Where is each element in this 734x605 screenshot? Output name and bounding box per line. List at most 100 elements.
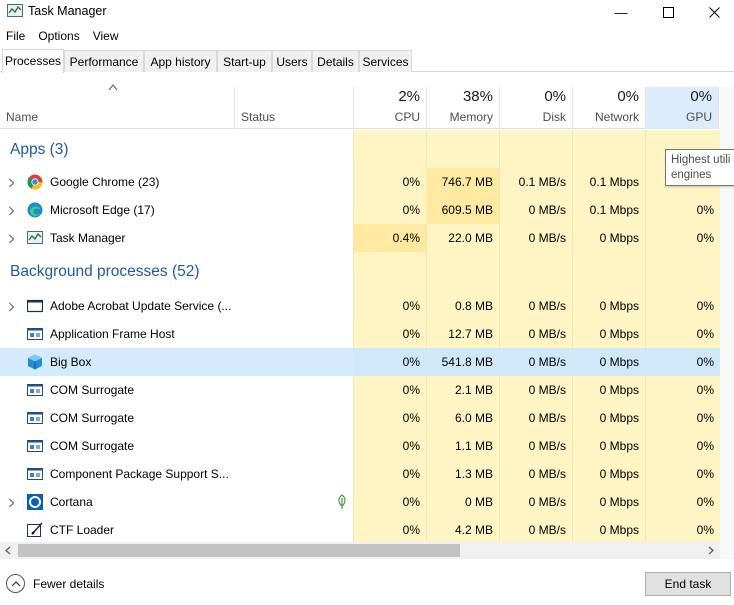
end-task-button[interactable]: End task [645,572,731,596]
process-memory-value: 609.5 MB [426,196,499,224]
header-disk-label: Disk [542,110,566,124]
scroll-left-icon[interactable] [4,546,12,555]
process-network-value: 0 Mbps [599,439,639,453]
tab-users[interactable]: Users [272,50,312,72]
header-network[interactable]: 0% Network [572,87,645,129]
header-gpu[interactable]: 0% GPU [645,87,718,129]
tab-app-history[interactable]: App history [144,50,217,72]
process-disk-value: 0 MB/s [528,327,566,341]
header-gpu-label: GPU [685,110,712,124]
chevron-right-icon[interactable] [8,233,15,244]
minimize-button[interactable]: — [598,0,644,24]
header-name[interactable]: Name [0,87,234,129]
header-memory-label: Memory [449,110,493,124]
tooltip-line-1: Highest utili [671,154,731,166]
maximize-icon [662,6,674,18]
service-icon [27,466,43,482]
process-row[interactable]: Task Manager 0.4% 22.0 MB 0 MB/s 0 Mbps 0% [0,224,720,252]
service-icon [27,382,43,398]
process-memory-value: 2.1 MB [454,383,493,397]
process-disk-value: 0 MB/s [528,467,566,481]
menu-file[interactable]: File [6,26,25,46]
chevron-right-icon[interactable] [8,497,15,508]
process-row[interactable]: Big Box 0% 541.8 MB 0 MB/s 0 Mbps 0% [0,348,720,376]
menu-options[interactable]: Options [38,26,79,46]
box-icon [27,354,43,370]
horizontal-scrollbar[interactable] [0,542,720,559]
header-gpu-pct: 0% [690,88,712,105]
service-icon [27,438,43,454]
chevron-right-icon[interactable] [8,177,15,188]
process-gpu-value: 0% [696,203,714,217]
process-row[interactable]: CTF Loader 0% 4.2 MB 0 MB/s 0 Mbps 0% [0,516,720,542]
process-row[interactable]: Application Frame Host 0% 12.7 MB 0 MB/s 0 M… [0,320,720,348]
ctf-icon [27,522,43,538]
tab-processes[interactable]: Processes [2,49,64,73]
column-headers: Name Status 2% CPU 38% Memory 0% Disk 0%… [0,87,734,129]
process-network-value: 0 Mbps [599,467,639,481]
process-disk-value: 0 MB/s [528,299,566,313]
process-disk-value: 0 MB/s [528,231,566,245]
process-name: COM Surrogate [50,411,135,425]
process-cpu-value: 0% [402,495,420,509]
process-network-value: 0 Mbps [599,299,639,313]
process-row[interactable]: Microsoft Edge (17) 0% 609.5 MB 0 MB/s 0.1 M… [0,196,720,224]
header-memory[interactable]: 38% Memory [426,87,499,129]
process-gpu-value: 0% [696,299,714,313]
header-disk[interactable]: 0% Disk [499,87,572,129]
footer: Fewer details End task [0,566,734,605]
header-memory-pct: 38% [462,88,493,105]
process-cpu-value: 0% [402,383,420,397]
horizontal-scroll-thumb[interactable] [18,544,460,557]
process-row[interactable]: Adobe Acrobat Update Service (... 0% 0.8 M… [0,292,720,320]
header-status[interactable]: Status [234,87,353,129]
group-apps[interactable]: Apps (3) [0,130,720,170]
process-row[interactable]: COM Surrogate 0% 1.1 MB 0 MB/s 0 Mbps 0% [0,432,720,460]
tab-startup[interactable]: Start-up [217,50,272,72]
tab-details[interactable]: Details [312,50,359,72]
process-cpu-value: 0% [402,439,420,453]
cortana-icon [27,494,43,510]
process-row[interactable]: Component Package Support S... 0% 1.3 MB 0 … [0,460,720,488]
fewer-details-button[interactable]: Fewer details [6,574,104,593]
process-network-value: 0.1 Mbps [589,203,639,217]
process-cpu-value: 0% [402,411,420,425]
process-row[interactable]: Google Chrome (23) 0% 746.7 MB 0.1 MB/s 0.1 … [0,168,720,196]
group-background-processes[interactable]: Background processes (52) [0,252,720,292]
process-disk-value: 0 MB/s [528,411,566,425]
process-gpu-value: 0% [696,439,714,453]
edge-icon [27,202,43,218]
header-cpu[interactable]: 2% CPU [353,87,426,129]
task-manager-icon [27,230,43,246]
process-row[interactable]: COM Surrogate 0% 2.1 MB 0 MB/s 0 Mbps 0% [0,376,720,404]
process-name: Google Chrome (23) [50,175,160,189]
chevron-right-icon[interactable] [8,205,15,216]
header-name-label: Name [6,110,39,124]
process-disk-value: 0.1 MB/s [518,175,566,189]
process-memory-value: 4.2 MB [454,523,493,537]
process-cpu-value: 0% [402,523,420,537]
menu-view[interactable]: View [93,26,119,46]
chevron-right-icon[interactable] [8,301,15,312]
process-cpu-value: 0% [402,299,420,313]
tab-services[interactable]: Services [359,50,412,72]
process-name: COM Surrogate [50,383,135,397]
suspended-leaf-icon [337,494,347,510]
process-row[interactable]: Cortana 0% 0 MB 0 MB/s 0 Mbps 0% [0,488,720,516]
window-icon [26,298,44,314]
process-row[interactable]: COM Surrogate 0% 6.0 MB 0 MB/s 0 Mbps 0% [0,404,720,432]
header-network-pct: 0% [617,88,639,105]
maximize-button[interactable] [645,0,691,24]
process-gpu-value: 0% [696,467,714,481]
process-network-value: 0 Mbps [599,383,639,397]
tab-performance[interactable]: Performance [64,50,144,72]
close-button[interactable] [691,0,734,24]
process-network-value: 0 Mbps [599,523,639,537]
collapse-icon [6,574,25,593]
gpu-column-tooltip: Highest utili engines [665,149,734,186]
process-network-value: 0 Mbps [599,495,639,509]
process-name: Component Package Support S... [50,467,229,481]
scroll-right-icon[interactable] [707,546,715,555]
process-gpu-value: 0% [645,348,720,376]
tab-bar: Processes Performance App history Start-… [0,49,734,73]
